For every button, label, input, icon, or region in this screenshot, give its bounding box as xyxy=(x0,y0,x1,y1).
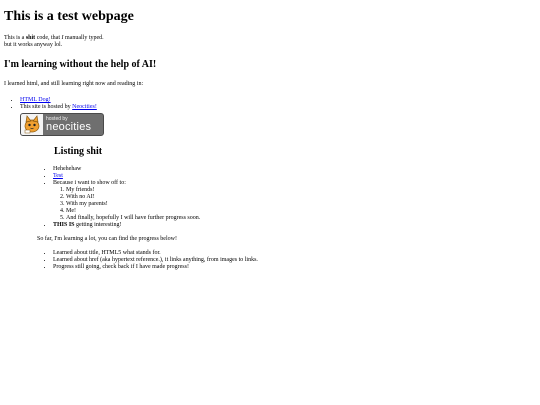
ordered-item: With my parents! xyxy=(66,201,536,208)
intro-text-2: code, that xyxy=(35,35,62,41)
intro-line-2: but it works anyway lol. xyxy=(4,42,63,48)
list-item: Because i want to show off to: My friend… xyxy=(53,180,536,222)
show-off-text: Because i want to show off to: xyxy=(53,180,126,186)
ordered-item: My friends! xyxy=(66,187,536,194)
badge-big-text: neocities xyxy=(46,120,92,133)
list-item: This site is hosted by Neocities! xyxy=(20,104,536,111)
intro-text-1: This is a xyxy=(4,35,26,41)
list-item: Progress still going, check back if I ha… xyxy=(53,264,536,271)
intro-paragraph: This is a shit code, that I manually typ… xyxy=(4,35,536,49)
neocities-link[interactable]: Neocities! xyxy=(72,104,97,110)
html-dog-link[interactable]: HTML Dog! xyxy=(20,97,51,103)
list-item: Hehehehaw xyxy=(53,166,536,173)
blockquote-section: Listing shit Hehehehaw Test Because i wa… xyxy=(37,146,536,271)
badge-text: hosted by neocities xyxy=(43,115,92,133)
page-title: This is a test webpage xyxy=(4,9,134,24)
learning-paragraph: I learned html, and still learning right… xyxy=(4,81,144,87)
ordered-item: And finally, hopefully I will have furth… xyxy=(66,215,536,222)
ordered-item: With no AI! xyxy=(66,194,536,201)
badge-small-text: hosted by xyxy=(46,115,68,122)
intro-text-3: manually typed. xyxy=(63,35,104,41)
learning-heading: I'm learning without the help of AI! xyxy=(4,59,157,70)
hosted-by-text: This site is hosted by xyxy=(20,104,73,110)
getting-interesting-text: getting interesting! xyxy=(74,222,122,228)
listing-heading: Listing shit xyxy=(54,146,103,157)
ordered-item: Me! xyxy=(66,208,536,215)
this-is-bold: THIS IS xyxy=(53,222,75,228)
page-body: This is a test webpage This is a shit co… xyxy=(0,0,540,271)
list-item: Learned about title, HTML5 what stands f… xyxy=(53,250,536,257)
neocities-cat-icon xyxy=(21,114,43,135)
show-off-list: My friends! With no AI! With my parents!… xyxy=(53,187,536,222)
list-item: HTML Dog! xyxy=(20,97,536,104)
list-item: Test xyxy=(53,173,536,180)
progress-list: Learned about title, HTML5 what stands f… xyxy=(37,250,536,271)
resources-list: HTML Dog! This site is hosted by Neociti… xyxy=(4,97,536,111)
list-item: THIS IS getting interesting! xyxy=(53,222,536,229)
neocities-badge[interactable]: hosted by neocities xyxy=(20,113,104,136)
test-link[interactable]: Test xyxy=(53,173,63,179)
progress-paragraph: So far, I'm learning a lot, you can find… xyxy=(37,236,177,242)
intro-bold-word: shit xyxy=(25,35,36,41)
list-item: Learned about href (aka hypertext refere… xyxy=(53,257,536,264)
listing-list: Hehehehaw Test Because i want to show of… xyxy=(37,166,536,229)
